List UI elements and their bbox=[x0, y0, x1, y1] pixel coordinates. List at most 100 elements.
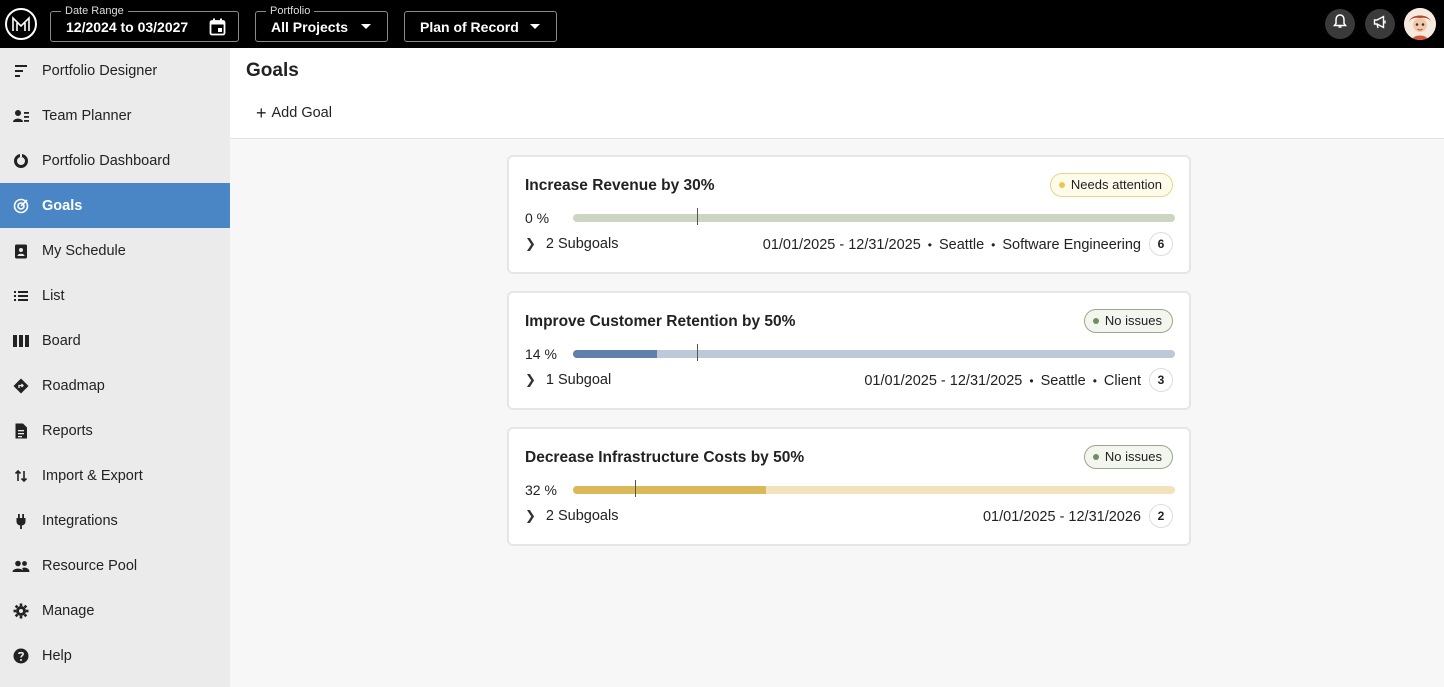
announcements-button[interactable] bbox=[1365, 9, 1395, 39]
sidebar-item-label: Integrations bbox=[42, 513, 118, 529]
sidebar-item-label: Portfolio Designer bbox=[42, 63, 158, 79]
subgoals-toggle[interactable]: ❯ 2 Subgoals bbox=[525, 508, 618, 524]
sidebar-item-import-export[interactable]: Import & Export bbox=[0, 453, 230, 498]
roadmap-icon bbox=[12, 377, 30, 395]
sidebar: Portfolio Designer Team Planner Portfoli… bbox=[0, 48, 230, 687]
list-icon bbox=[12, 287, 30, 305]
goal-dates: 01/01/2025 - 12/31/2025 bbox=[762, 237, 921, 253]
progress-marker bbox=[635, 480, 636, 497]
portfolio-legend: Portfolio bbox=[266, 4, 315, 18]
add-goal-label: Add Goal bbox=[271, 105, 332, 121]
goal-location: Seattle bbox=[1040, 373, 1086, 389]
separator: • bbox=[927, 238, 932, 252]
goal-team: Client bbox=[1103, 373, 1141, 389]
goal-team: Software Engineering bbox=[1002, 237, 1141, 253]
goal-location: Seattle bbox=[938, 237, 985, 253]
separator: • bbox=[1029, 374, 1034, 388]
add-goal-button[interactable]: + Add Goal bbox=[256, 104, 332, 122]
sidebar-item-label: Board bbox=[42, 333, 81, 349]
goal-meta: 01/01/2025 - 12/31/2025 • Seattle • Client bbox=[864, 373, 1141, 389]
page-title: Goals bbox=[246, 60, 299, 81]
sidebar-item-reports[interactable]: Reports bbox=[0, 408, 230, 453]
status-dot-icon bbox=[1092, 454, 1099, 460]
sidebar-item-portfolio-designer[interactable]: Portfolio Designer bbox=[0, 48, 230, 93]
date-range-value: 12/2024 to 03/2027 bbox=[66, 19, 189, 35]
goal-meta: 01/01/2025 - 12/31/2025 • Seattle • Software… bbox=[763, 237, 1141, 253]
subgoals-toggle[interactable]: ❯ 1 Subgoal bbox=[525, 372, 611, 388]
sidebar-item-resource-pool[interactable]: Resource Pool bbox=[0, 543, 230, 588]
goal-count-badge: 6 bbox=[1149, 232, 1173, 256]
goal-card[interactable]: Improve Customer Retention by 50% No iss… bbox=[507, 291, 1191, 410]
sidebar-item-label: Help bbox=[42, 648, 72, 664]
sidebar-item-integrations[interactable]: Integrations bbox=[0, 498, 230, 543]
board-icon bbox=[12, 332, 30, 350]
progress-fill bbox=[573, 486, 766, 494]
goal-title[interactable]: Improve Customer Retention by 50% bbox=[525, 313, 795, 331]
subgoals-label: 2 Subgoals bbox=[545, 508, 619, 524]
status-dot-icon bbox=[1092, 318, 1099, 324]
plan-select[interactable]: Plan of Record bbox=[404, 11, 557, 42]
sidebar-item-board[interactable]: Board bbox=[0, 318, 230, 363]
schedule-icon bbox=[12, 242, 30, 260]
sidebar-item-label: List bbox=[42, 288, 65, 304]
sidebar-item-help[interactable]: Help bbox=[0, 633, 230, 678]
sidebar-item-goals[interactable]: Goals bbox=[0, 183, 230, 228]
sidebar-item-label: Manage bbox=[42, 603, 95, 619]
goal-meta: 01/01/2025 - 12/31/2026 bbox=[983, 509, 1141, 525]
progress-label: 32 % bbox=[525, 482, 557, 498]
sidebar-item-portfolio-dashboard[interactable]: Portfolio Dashboard bbox=[0, 138, 230, 183]
subgoals-label: 1 Subgoal bbox=[545, 372, 612, 388]
progress-label: 0 % bbox=[525, 210, 550, 226]
subgoals-toggle[interactable]: ❯ 2 Subgoals bbox=[525, 236, 618, 252]
sidebar-item-label: My Schedule bbox=[42, 243, 126, 259]
progress-bar bbox=[573, 350, 1175, 358]
goal-dates: 01/01/2025 - 12/31/2026 bbox=[982, 509, 1141, 525]
sidebar-item-manage[interactable]: Manage bbox=[0, 588, 230, 633]
sidebar-item-label: Import & Export bbox=[42, 468, 143, 484]
people-icon bbox=[12, 557, 30, 575]
goal-title[interactable]: Decrease Infrastructure Costs by 50% bbox=[525, 449, 804, 467]
sidebar-item-list[interactable]: List bbox=[0, 273, 230, 318]
date-range-legend: Date Range bbox=[61, 4, 128, 18]
chevron-right-icon: ❯ bbox=[525, 236, 536, 251]
sidebar-item-roadmap[interactable]: Roadmap bbox=[0, 363, 230, 408]
progress-label: 14 % bbox=[525, 346, 557, 362]
app-logo[interactable] bbox=[5, 8, 37, 40]
status-dot-icon bbox=[1058, 182, 1065, 188]
progress-bar bbox=[573, 214, 1175, 222]
goal-card[interactable]: Decrease Infrastructure Costs by 50% No … bbox=[507, 427, 1191, 546]
progress-bar bbox=[573, 486, 1175, 494]
portfolio-value: All Projects bbox=[271, 19, 349, 35]
sidebar-item-team-planner[interactable]: Team Planner bbox=[0, 93, 230, 138]
goal-card[interactable]: Increase Revenue by 30% Needs attention … bbox=[507, 155, 1191, 274]
chevron-right-icon: ❯ bbox=[525, 508, 536, 523]
status-badge: Needs attention bbox=[1049, 173, 1173, 197]
megaphone-icon bbox=[1373, 14, 1387, 34]
calendar-icon[interactable] bbox=[209, 18, 226, 41]
top-bar: Date Range 12/2024 to 03/2027 Portfolio … bbox=[0, 0, 1444, 48]
subgoals-label: 2 Subgoals bbox=[545, 236, 619, 252]
separator: • bbox=[991, 238, 996, 252]
progress-marker bbox=[697, 208, 698, 225]
goal-title[interactable]: Increase Revenue by 30% bbox=[525, 177, 715, 195]
main-header: Goals + Add Goal bbox=[230, 48, 1444, 139]
goals-icon bbox=[12, 197, 30, 215]
plan-value: Plan of Record bbox=[420, 19, 519, 35]
dashboard-icon bbox=[12, 152, 30, 170]
chevron-right-icon: ❯ bbox=[525, 372, 536, 387]
portfolio-select[interactable]: Portfolio All Projects bbox=[255, 4, 388, 42]
sidebar-item-label: Team Planner bbox=[42, 108, 132, 124]
import-export-icon bbox=[12, 467, 30, 485]
sidebar-item-label: Roadmap bbox=[42, 378, 105, 394]
sidebar-item-label: Portfolio Dashboard bbox=[42, 153, 171, 169]
goal-dates: 01/01/2025 - 12/31/2025 bbox=[864, 373, 1023, 389]
status-badge: No issues bbox=[1083, 309, 1173, 333]
notifications-button[interactable] bbox=[1325, 9, 1355, 39]
date-range-picker[interactable]: Date Range 12/2024 to 03/2027 bbox=[50, 4, 239, 42]
sidebar-item-my-schedule[interactable]: My Schedule bbox=[0, 228, 230, 273]
separator: • bbox=[1092, 374, 1097, 388]
avatar[interactable] bbox=[1404, 8, 1436, 40]
sidebar-item-label: Resource Pool bbox=[42, 558, 138, 574]
progress-fill bbox=[573, 350, 658, 358]
bell-icon bbox=[1333, 14, 1347, 34]
